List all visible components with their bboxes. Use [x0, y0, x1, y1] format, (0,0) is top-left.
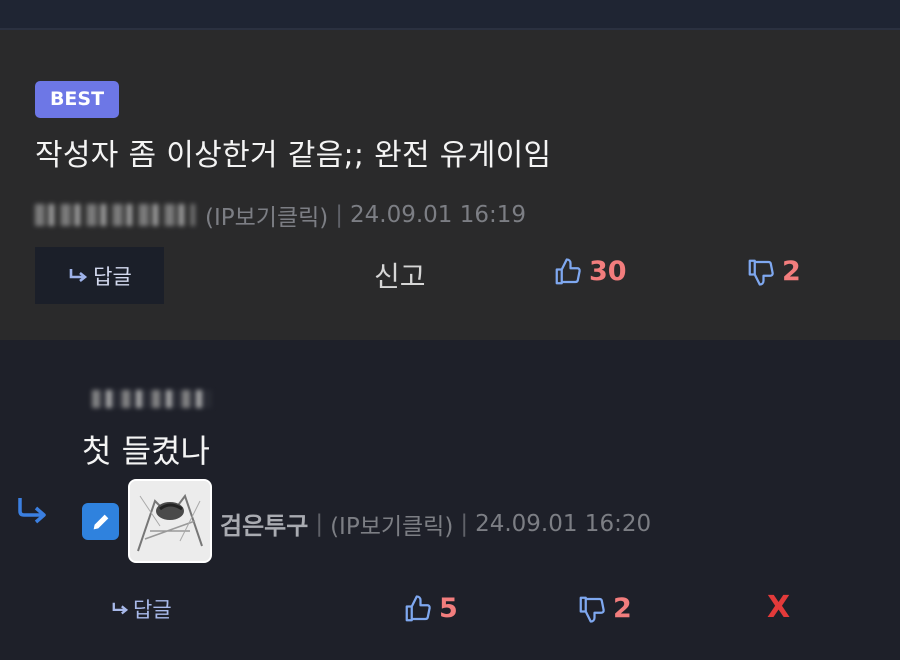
reply-button[interactable]: 답글 [110, 594, 172, 624]
comment-meta: (IP보기클릭) | 24.09.01 16:19 [35, 198, 526, 232]
reply-label: 답글 [133, 598, 172, 622]
upvote-count: 30 [589, 256, 627, 287]
author-name[interactable]: 검은투구 [220, 506, 308, 541]
downvote-button[interactable]: 2 [577, 593, 632, 624]
meta-separator: | [315, 510, 324, 537]
blurred-parent-name [92, 390, 212, 408]
best-comment-card: BEST 작성자 좀 이상한거 같음;; 완전 유게이임 (IP보기클릭) | … [0, 30, 900, 340]
reply-meta: 검은투구 | (IP보기클릭) | 24.09.01 16:20 [220, 506, 651, 541]
avatar[interactable] [128, 479, 212, 563]
ip-view-link[interactable]: (IP보기클릭) [205, 198, 328, 232]
ip-view-link[interactable]: (IP보기클릭) [330, 507, 453, 541]
upvote-count: 5 [439, 593, 458, 624]
upvote-button[interactable]: 30 [553, 256, 627, 287]
thumbs-up-icon [555, 257, 581, 284]
reply-button[interactable]: 답글 [35, 247, 164, 304]
upvote-button[interactable]: 5 [403, 593, 458, 624]
reply-arrow-icon [112, 602, 129, 615]
timestamp: 24.09.01 16:19 [350, 202, 527, 228]
reply-label: 답글 [93, 264, 132, 289]
reply-indent-arrow-icon [18, 498, 46, 524]
top-bar [0, 0, 900, 30]
downvote-count: 2 [613, 593, 632, 624]
timestamp: 24.09.01 16:20 [475, 510, 652, 537]
downvote-count: 2 [782, 256, 801, 287]
report-button[interactable]: 신고 [374, 255, 426, 295]
comment-text: 작성자 좀 이상한거 같음;; 완전 유게이임 [35, 138, 552, 173]
pencil-icon [82, 503, 119, 540]
meta-separator: | [460, 510, 469, 537]
thumbs-up-icon [405, 594, 431, 621]
thumbs-down-icon [748, 259, 774, 286]
meta-separator: | [335, 202, 343, 228]
delete-button[interactable]: X [767, 590, 790, 625]
blurred-author-name [35, 204, 195, 226]
reply-comment: 첫 들켰나 검은투구 | (IP보기클릭) | 24.09.01 16:20 답… [0, 340, 900, 660]
downvote-button[interactable]: 2 [746, 256, 801, 287]
best-badge: BEST [35, 81, 119, 118]
thumbs-down-icon [579, 596, 605, 623]
reply-text: 첫 들켰나 [82, 432, 210, 470]
reply-arrow-icon [69, 268, 88, 282]
